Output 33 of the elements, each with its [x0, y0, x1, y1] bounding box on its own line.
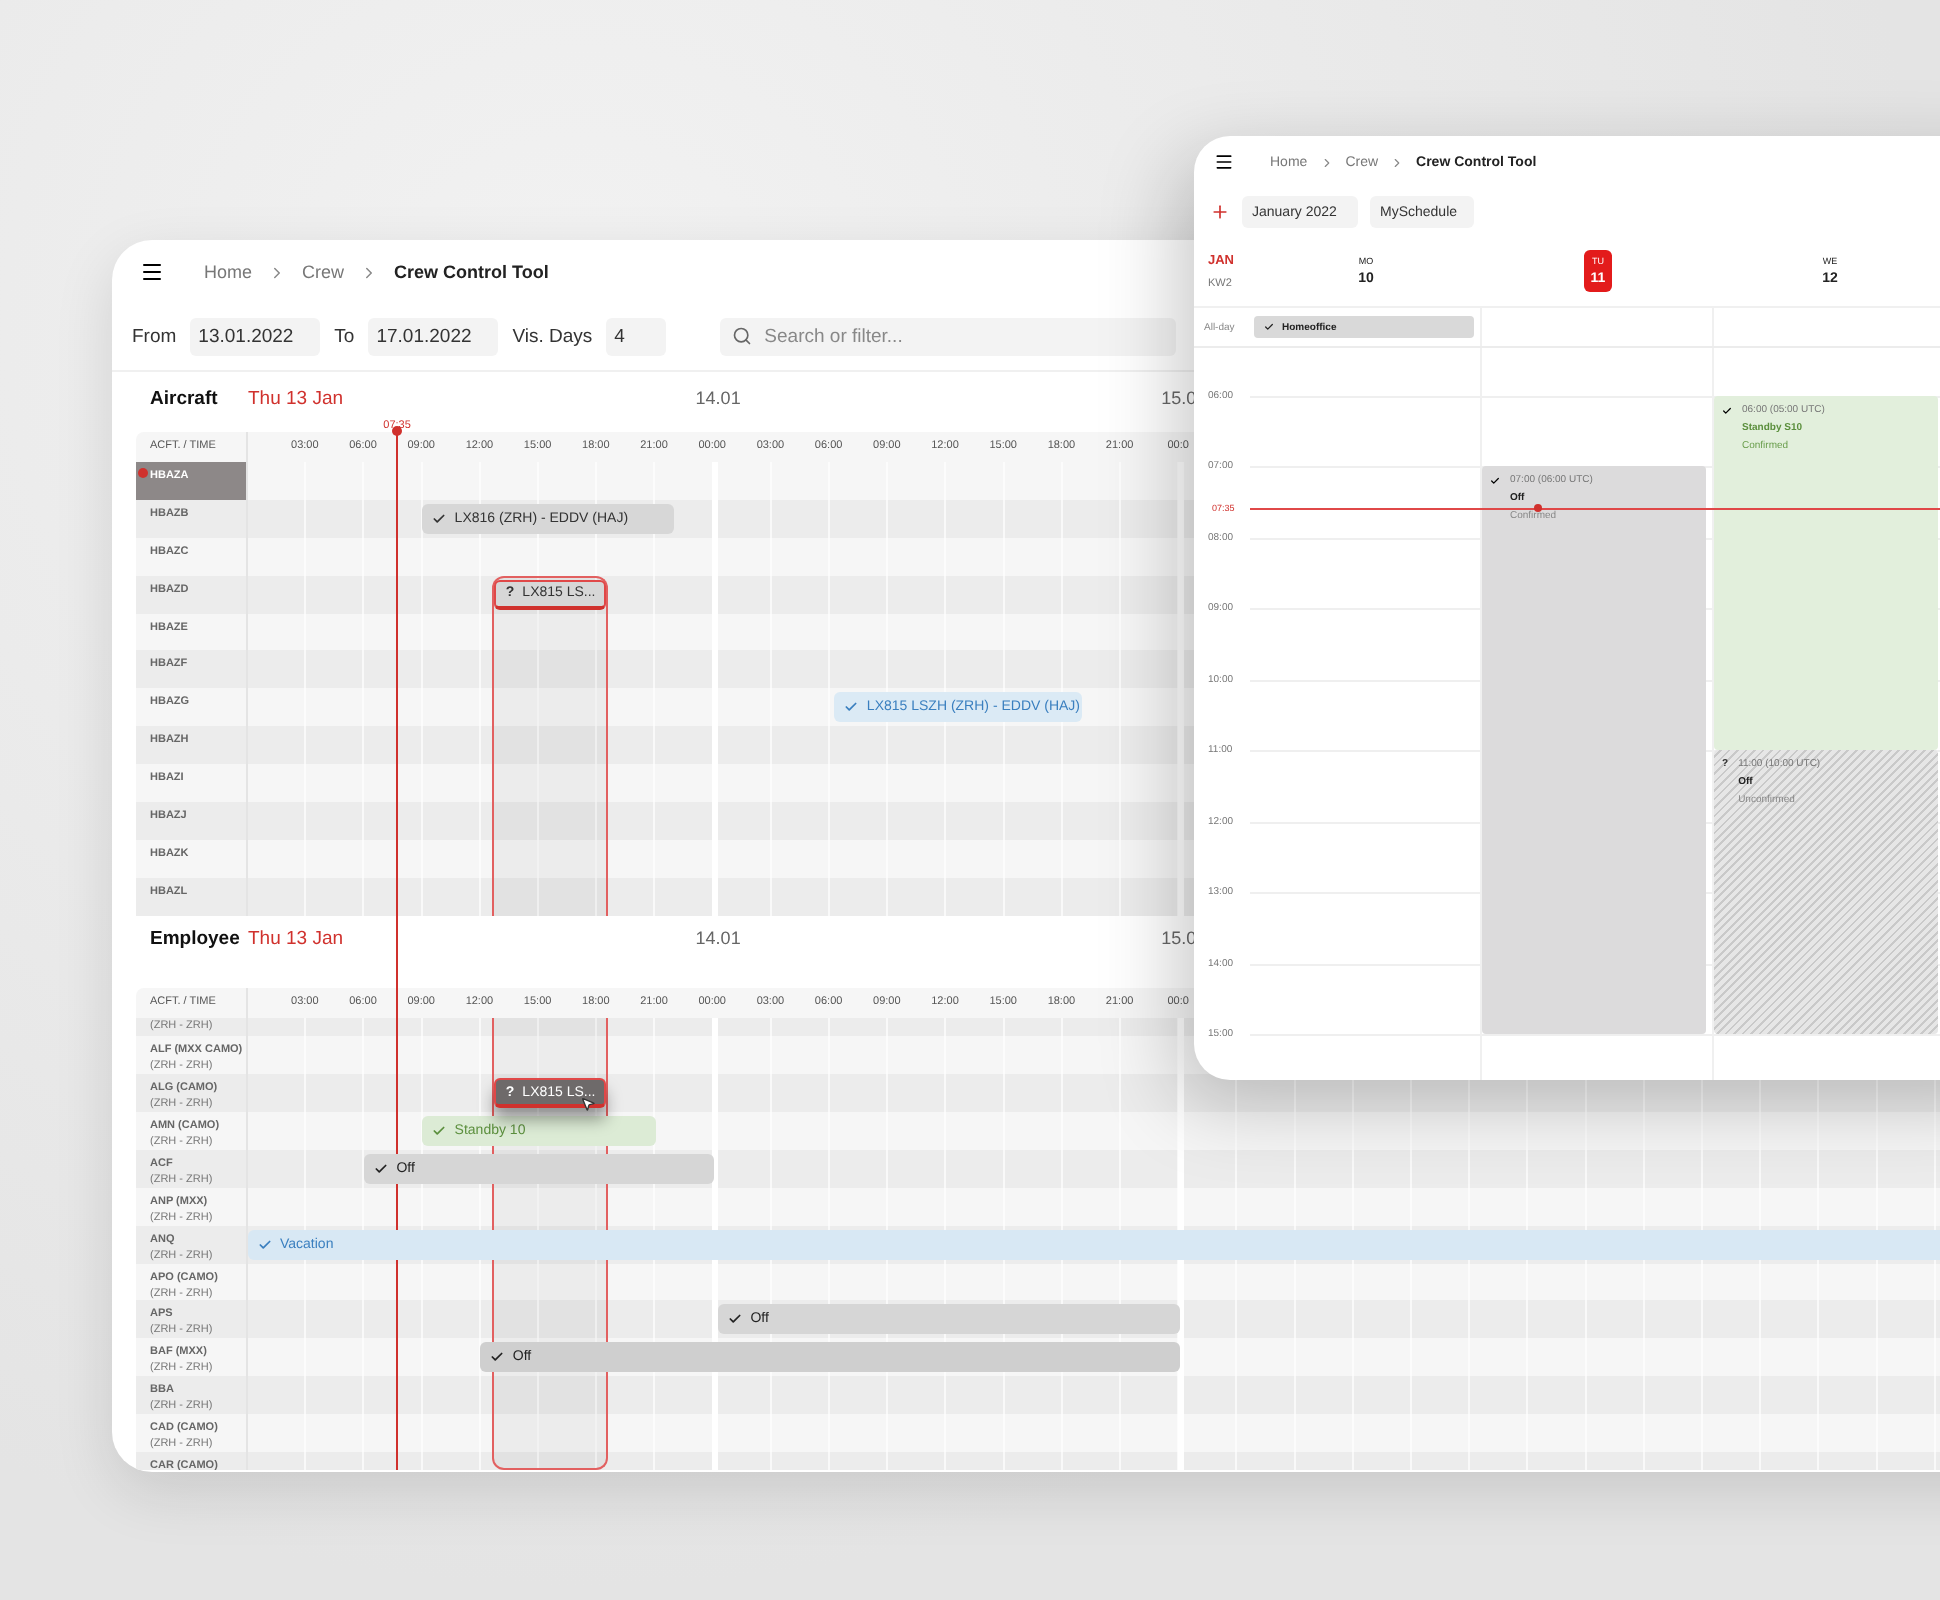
chevron-icon	[1319, 155, 1334, 169]
section-title: Employee	[150, 927, 240, 950]
check-icon	[432, 511, 447, 526]
day-label: 14.01	[695, 927, 741, 948]
breadcrumb-link[interactable]: Crew	[302, 262, 345, 282]
section-date: Thu 13 Jan	[248, 927, 344, 950]
check-icon	[374, 1161, 389, 1176]
check-icon	[728, 1312, 743, 1327]
add-icon[interactable]	[1210, 202, 1230, 222]
check-icon	[1264, 322, 1274, 332]
menu-icon[interactable]	[1214, 152, 1234, 172]
visible-days-field[interactable]: 4	[606, 318, 667, 356]
check-icon	[432, 1123, 447, 1138]
from-label: From	[132, 326, 177, 348]
visible-days-label: Vis. Days	[512, 326, 593, 348]
to-date-field[interactable]: 17.01.2022	[368, 318, 499, 356]
from-date-field[interactable]: 13.01.2022	[190, 318, 321, 356]
selected-dot-icon	[138, 468, 148, 478]
check-icon	[1722, 405, 1732, 416]
breadcrumb-link[interactable]: Crew Control Tool	[394, 262, 549, 282]
check-icon	[490, 1350, 505, 1365]
to-label: To	[334, 326, 355, 348]
section-date: Thu 13 Jan	[248, 388, 344, 410]
check-icon	[1490, 476, 1500, 487]
chevron-icon	[1390, 155, 1405, 169]
breadcrumb-link[interactable]: Home	[204, 262, 253, 282]
section-title: Aircraft	[150, 388, 218, 410]
check-icon	[258, 1237, 272, 1252]
search-field[interactable]: Search or filter...	[720, 318, 1177, 356]
search-icon	[732, 326, 753, 346]
day-label: 14.01	[695, 388, 741, 408]
menu-icon[interactable]	[140, 260, 164, 284]
check-icon	[844, 700, 859, 715]
